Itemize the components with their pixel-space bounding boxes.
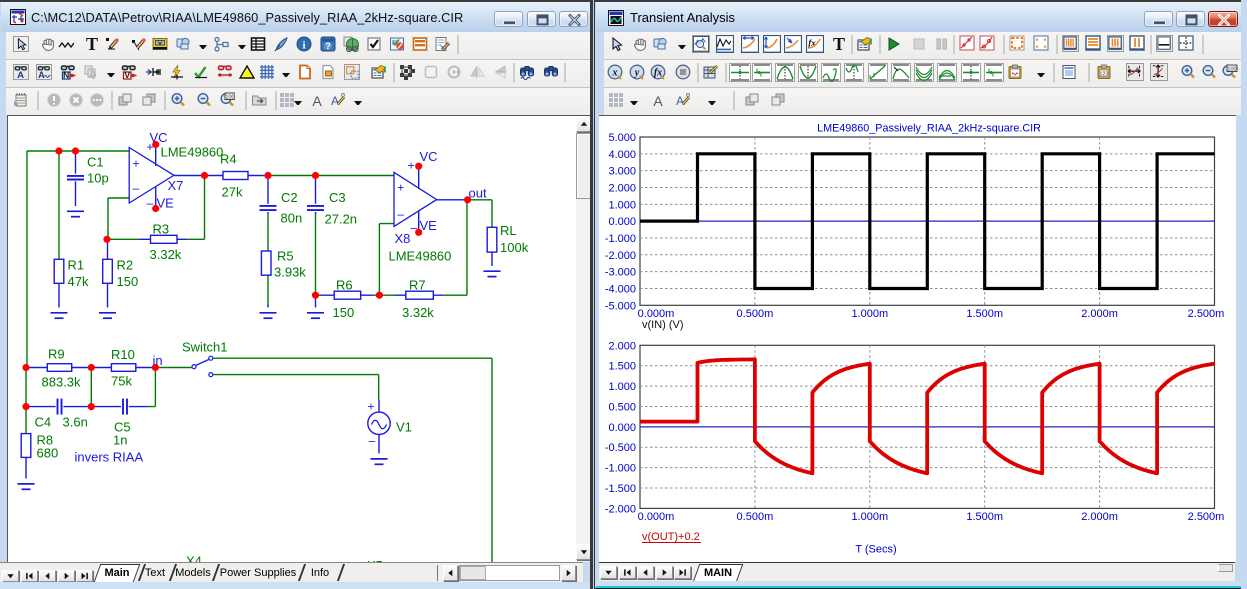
svg-text:–: – [133,181,140,195]
svg-text:R3: R3 [153,222,170,237]
svg-text:N: N [63,70,69,80]
svg-text:47k: 47k [68,274,89,289]
svg-text:A: A [653,93,663,108]
svg-text:100: 100 [1227,67,1236,73]
svg-text:R7: R7 [409,278,426,293]
svg-text:y: y [634,68,640,79]
svg-text:0.000: 0.000 [608,422,636,434]
svg-text:100k: 100k [500,240,529,255]
svg-text:+: + [408,159,415,173]
svg-text:T (Secs): T (Secs) [855,544,896,556]
svg-text:0.500m: 0.500m [737,511,774,523]
svg-text:1.500: 1.500 [608,361,636,373]
svg-text:1.000m: 1.000m [851,511,888,523]
svg-text:2.000m: 2.000m [1081,308,1118,320]
svg-text:10p: 10p [87,171,109,186]
svg-text:R5: R5 [277,249,294,264]
svg-text:R6: R6 [336,278,353,293]
svg-text:3.000: 3.000 [608,166,636,178]
svg-text:1.000: 1.000 [608,381,636,393]
svg-text:VE: VE [420,218,438,233]
svg-text:0.500: 0.500 [608,401,636,413]
svg-text:X4: X4 [186,554,202,563]
svg-text:-1.500: -1.500 [605,483,636,495]
svg-text:4.000: 4.000 [608,149,636,161]
svg-text:1n: 1n [113,433,127,448]
svg-text:A: A [38,70,45,80]
svg-text:-5.000: -5.000 [605,300,636,312]
svg-text:680: 680 [37,446,59,461]
svg-text:+: + [133,157,140,171]
svg-text:V1: V1 [396,420,412,435]
svg-text:LME49860: LME49860 [389,249,452,264]
svg-text:R9: R9 [48,347,65,362]
svg-text:C1: C1 [87,155,104,170]
svg-text:2.000: 2.000 [608,340,636,352]
svg-text:LME49860: LME49860 [161,145,224,160]
svg-text:27k: 27k [222,185,243,200]
svg-text:5.000: 5.000 [608,132,636,144]
svg-text:C3: C3 [329,190,346,205]
svg-text:-0.500: -0.500 [605,442,636,454]
svg-text:80n: 80n [281,211,303,226]
svg-text:v(IN) (V): v(IN) (V) [642,319,684,331]
svg-text:X7: X7 [168,178,184,193]
svg-text:invers RIAA: invers RIAA [75,450,144,465]
svg-text:?: ? [325,41,331,51]
svg-text:C4: C4 [35,415,52,430]
svg-text:3.93k: 3.93k [274,265,306,280]
svg-text:R2: R2 [117,258,134,273]
svg-text:1.500m: 1.500m [966,511,1003,523]
svg-text:-2.000: -2.000 [605,250,636,262]
svg-text:100: 100 [225,95,234,101]
svg-text:A: A [312,93,322,108]
svg-text:-3.000: -3.000 [605,267,636,279]
svg-text:x: x [612,68,618,79]
svg-text:75k: 75k [111,374,132,389]
svg-text:150: 150 [117,274,139,289]
svg-text:0.000: 0.000 [608,216,636,228]
svg-text:A: A [331,94,339,108]
svg-text:out: out [469,186,487,201]
svg-text:R1: R1 [68,258,85,273]
svg-text:X8: X8 [395,231,411,246]
svg-text:27.2n: 27.2n [325,212,358,227]
svg-text:1.500m: 1.500m [966,308,1003,320]
svg-text:VC: VC [420,149,438,164]
svg-text:2.500m: 2.500m [1188,511,1225,523]
svg-text:+: + [397,181,404,195]
svg-text:2.000: 2.000 [608,182,636,194]
svg-text:C2: C2 [281,190,298,205]
svg-text:RL: RL [500,223,517,238]
svg-text:3.32k: 3.32k [150,247,182,262]
svg-text:3.32k: 3.32k [402,305,434,320]
svg-text:+: + [368,400,375,414]
svg-text:T: T [86,36,98,52]
svg-text:150: 150 [333,305,355,320]
svg-text:1.000: 1.000 [608,199,636,211]
svg-text:883.3k: 883.3k [42,375,82,390]
svg-text:i: i [302,40,305,52]
svg-text:–: – [369,434,376,448]
svg-text:2.000m: 2.000m [1081,511,1118,523]
svg-text:v(OUT)+0.2: v(OUT)+0.2 [642,531,700,543]
svg-text:–: – [397,207,404,221]
svg-text:R10: R10 [111,347,135,362]
svg-text:A: A [676,94,684,108]
svg-text:3.6n: 3.6n [63,415,88,430]
svg-text:-4.000: -4.000 [605,283,636,295]
svg-text:123: 123 [1099,72,1108,78]
svg-text:0.500m: 0.500m [737,308,774,320]
svg-text:A: A [17,70,24,80]
svg-text:V: V [124,70,130,80]
svg-text:-2.000: -2.000 [605,503,636,515]
svg-text:2.500m: 2.500m [1188,308,1225,320]
svg-text:-1.000: -1.000 [605,233,636,245]
svg-text:-1.000: -1.000 [605,463,636,475]
svg-text:T: T [833,36,845,52]
svg-text:LME49860_Passively_RIAA_2kHz-s: LME49860_Passively_RIAA_2kHz-square.CIR [817,123,1041,135]
svg-text:Switch1: Switch1 [182,340,228,355]
svg-text:0.000m: 0.000m [638,511,675,523]
svg-text:1.000m: 1.000m [851,308,888,320]
